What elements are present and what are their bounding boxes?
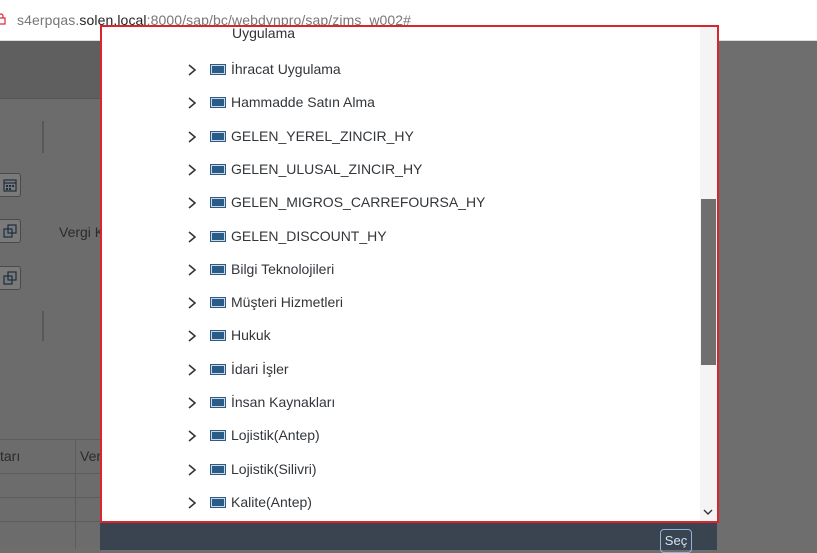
tree-node-label: Lojistik(Antep) xyxy=(231,427,320,443)
table-column-header: tarı xyxy=(0,448,21,464)
background-divider xyxy=(42,311,44,341)
folder-node-icon xyxy=(210,231,226,242)
chevron-right-icon[interactable] xyxy=(186,163,198,177)
tree-node[interactable]: Kalite(Antep) xyxy=(186,490,686,516)
chevron-right-icon[interactable] xyxy=(186,463,198,477)
chevron-right-icon[interactable] xyxy=(186,429,198,443)
chevron-right-icon[interactable] xyxy=(186,263,198,277)
value-help-button[interactable] xyxy=(0,219,21,243)
chevron-right-icon[interactable] xyxy=(186,63,198,77)
folder-node-icon xyxy=(210,497,226,508)
folder-node-icon xyxy=(210,264,226,275)
folder-node-icon xyxy=(210,297,226,308)
dialog-footer: Seç xyxy=(100,520,717,553)
folder-node-icon xyxy=(210,64,226,75)
tree-node[interactable]: GELEN_MIGROS_CARREFOURSA_HY xyxy=(186,190,686,216)
chevron-right-icon[interactable] xyxy=(186,96,198,110)
tree-node[interactable]: Lojistik(Antep) xyxy=(186,423,686,449)
table-column-separator xyxy=(75,439,76,549)
tree-node-label: Bilgi Teknolojileri xyxy=(231,261,335,277)
table-header-row xyxy=(0,439,100,440)
calendar-button[interactable] xyxy=(0,173,21,197)
tree-dialog: Uygulama İhracat Uygulama Hammadde Satın … xyxy=(100,25,719,523)
table-row xyxy=(0,473,100,474)
table-row xyxy=(0,497,100,498)
tree-node-label: GELEN_YEREL_ZINCIR_HY xyxy=(231,128,414,144)
background-header xyxy=(0,41,100,99)
tree-node-label: İdari İşler xyxy=(231,361,289,377)
tree-node[interactable]: Hukuk xyxy=(186,323,686,349)
partial-tree-item: Uygulama xyxy=(232,27,296,41)
tree-node-label: İnsan Kaynakları xyxy=(231,394,336,410)
tree-node[interactable]: GELEN_YEREL_ZINCIR_HY xyxy=(186,124,686,150)
lock-icon xyxy=(0,13,6,25)
tree-node-label: GELEN_ULUSAL_ZINCIR_HY xyxy=(231,161,423,177)
scrollbar-thumb[interactable] xyxy=(701,199,716,365)
folder-node-icon xyxy=(210,131,226,142)
folder-node-icon xyxy=(210,197,226,208)
chevron-down-icon[interactable] xyxy=(703,508,713,516)
field-label-vergi: Vergi K xyxy=(59,224,105,240)
copy-icon xyxy=(3,224,17,238)
tree-node-label: Hammadde Satın Alma xyxy=(231,94,375,110)
background-right-panel xyxy=(717,41,817,547)
folder-node-icon xyxy=(210,364,226,375)
tree-node[interactable]: Lojistik(Silivri) xyxy=(186,457,686,483)
folder-node-icon xyxy=(210,164,226,175)
tree-node[interactable]: Müşteri Hizmetleri xyxy=(186,290,686,316)
tree-node[interactable]: İhracat Uygulama xyxy=(186,57,686,83)
tree-node[interactable]: GELEN_DISCOUNT_HY xyxy=(186,224,686,250)
background-divider xyxy=(42,121,44,153)
folder-node-icon xyxy=(210,464,226,475)
tree-list[interactable]: Uygulama İhracat Uygulama Hammadde Satın … xyxy=(102,27,700,521)
chevron-right-icon[interactable] xyxy=(186,363,198,377)
chevron-right-icon[interactable] xyxy=(186,196,198,210)
select-button[interactable]: Seç xyxy=(660,529,692,553)
tree-node-label: Müşteri Hizmetleri xyxy=(231,294,344,310)
table-column-header: Ver xyxy=(80,448,102,464)
value-help-button[interactable] xyxy=(0,266,21,290)
background-table: tarı Ver xyxy=(0,439,102,549)
folder-node-icon xyxy=(210,330,226,341)
chevron-right-icon[interactable] xyxy=(186,296,198,310)
tree-node[interactable]: GELEN_ULUSAL_ZINCIR_HY xyxy=(186,157,686,183)
copy-icon xyxy=(3,271,17,285)
tree-node[interactable]: Bilgi Teknolojileri xyxy=(186,257,686,283)
folder-node-icon xyxy=(210,430,226,441)
tree-node-label: Kalite(Antep) xyxy=(231,494,312,510)
tree-node[interactable]: Hammadde Satın Alma xyxy=(186,90,686,116)
chevron-right-icon[interactable] xyxy=(186,130,198,144)
tree-node[interactable]: İdari İşler xyxy=(186,357,686,383)
tree-node[interactable]: İnsan Kaynakları xyxy=(186,390,686,416)
chevron-right-icon[interactable] xyxy=(186,496,198,510)
folder-node-icon xyxy=(210,397,226,408)
chevron-right-icon[interactable] xyxy=(186,230,198,244)
tree-node-label: GELEN_MIGROS_CARREFOURSA_HY xyxy=(231,194,486,210)
tree-node-label: Lojistik(Silivri) xyxy=(231,461,317,477)
chevron-right-icon[interactable] xyxy=(186,329,198,343)
folder-node-icon xyxy=(210,97,226,108)
tree-node-label: İhracat Uygulama xyxy=(231,61,341,77)
tree-node-label: GELEN_DISCOUNT_HY xyxy=(231,228,387,244)
calendar-icon xyxy=(3,179,17,192)
table-row xyxy=(0,521,100,522)
chevron-right-icon[interactable] xyxy=(186,396,198,410)
vertical-scrollbar[interactable] xyxy=(700,27,717,521)
tree-node-label: Hukuk xyxy=(231,327,271,343)
